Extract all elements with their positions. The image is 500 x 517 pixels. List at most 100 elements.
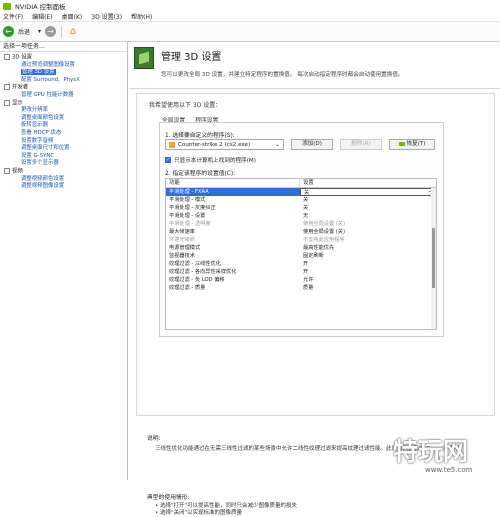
- tree-category[interactable]: 视频: [0, 168, 127, 176]
- step1-label: 1. 选择要自定义的程序(S):: [165, 133, 235, 139]
- toolbar-divider: [61, 25, 63, 38]
- tree-item[interactable]: 设置 G-SYNC: [0, 153, 127, 161]
- setting-row[interactable]: 纹理过滤 - 负 LOD 偏移 允许: [166, 276, 436, 284]
- tree-item-label: 管理 3D 设置: [21, 69, 56, 76]
- show-local-programs-checkbox[interactable]: ✓ 只显示本计算机上找到的程序(M): [165, 156, 256, 164]
- checkbox-label: 只显示本计算机上找到的程序(M): [174, 158, 256, 164]
- tree-item[interactable]: 管理 GPU 性能计数器: [0, 92, 127, 100]
- tree-item[interactable]: 通过预览调整图像设置: [0, 62, 127, 70]
- 3d-settings-icon: [134, 47, 154, 69]
- tree-item-label: 视频: [12, 168, 23, 175]
- task-pane: 选择一项任务... 3D 设置 通过预览调整图像设置 管理 3D 设置 配置 Surr…: [0, 42, 128, 480]
- menu-file[interactable]: 文件(F): [3, 12, 23, 21]
- main-content: 管理 3D 设置 您可以更改全局 3D 设置，并建立特定程序的置换值。 每次启动…: [129, 42, 500, 516]
- tree-category[interactable]: 开发者: [0, 84, 127, 92]
- tree-item[interactable]: 管理 3D 设置: [0, 69, 127, 77]
- setting-value: 无: [303, 213, 309, 219]
- usage-item: • 选择"打开"可以提高性能，同时只会减少图像质量的损失: [155, 503, 298, 509]
- setting-row[interactable]: 电源管理模式 最高性能优先: [166, 244, 436, 252]
- setting-feature: 纹理过滤 - 负 LOD 偏移: [169, 277, 225, 283]
- tree-item[interactable]: 更改分辨率: [0, 107, 127, 115]
- tree-item-label: 管理 GPU 性能计数器: [21, 91, 74, 98]
- setting-feature: 平滑处理 - 设置: [169, 213, 206, 219]
- program-select-value: Counter-strike 2 (cs2.exe): [178, 141, 251, 148]
- tree-item-label: 调整桌面尺寸和位置: [21, 145, 70, 152]
- watermark-url: www.te5.com: [425, 466, 473, 474]
- scrollbar-thumb[interactable]: [432, 228, 435, 288]
- setting-row[interactable]: 纹理过滤 - 各向异性采样优化 开: [166, 268, 436, 276]
- tree-item-label: 设置多个显示器: [21, 160, 59, 167]
- panel-title: 我希望使用以下 3D 设置：: [149, 102, 222, 109]
- home-icon[interactable]: ⌂: [67, 26, 79, 37]
- program-select[interactable]: Counter-strike 2 (cs2.exe) ⌄: [165, 139, 284, 150]
- tree-category[interactable]: 显示: [0, 100, 127, 108]
- remove-button[interactable]: 删除(R): [340, 139, 382, 150]
- menu-desktop[interactable]: 桌面(K): [62, 12, 83, 21]
- back-icon[interactable]: ←: [3, 26, 14, 37]
- setting-feature: 平滑处理 - 透明度: [169, 221, 211, 227]
- page-description: 您可以更改全局 3D 设置，并建立特定程序的置换值。 每次启动指定程序时都会自动…: [161, 72, 404, 78]
- tree-item[interactable]: 调整桌面颜色设置: [0, 115, 127, 123]
- setting-feature: 平滑处理 - FXAA: [166, 188, 300, 196]
- tree-item-label: 更改分辨率: [21, 107, 48, 114]
- nvidia-logo-icon: [3, 2, 11, 10]
- back-dropdown-icon[interactable]: ▾: [38, 28, 41, 35]
- tree-item[interactable]: 调整视频颜色设置: [0, 176, 127, 184]
- tree-item[interactable]: 设置多个显示器: [0, 160, 127, 168]
- page-title: 管理 3D 设置: [161, 52, 222, 63]
- setting-row[interactable]: 平滑处理 - 设置 无: [166, 212, 436, 220]
- task-pane-title: 选择一项任务...: [0, 42, 127, 52]
- tree-item[interactable]: 旋转显示器: [0, 122, 127, 130]
- tree-item[interactable]: 配置 Surround、PhysX: [0, 77, 127, 85]
- settings-panel: 我希望使用以下 3D 设置： 全局设置 程序设置 1. 选择要自定义的程序(S)…: [136, 93, 495, 516]
- setting-value[interactable]: 关: [300, 187, 436, 196]
- setting-row[interactable]: 平滑处理 - 灰度纠正 关: [166, 204, 436, 212]
- setting-row[interactable]: 平滑处理 - 透明度 使用全局设置 (关): [166, 220, 436, 228]
- grid-scrollbar[interactable]: [431, 188, 436, 329]
- setting-feature: 环境光吸收: [169, 237, 195, 243]
- setting-row[interactable]: 平滑处理 - 模式 关: [166, 196, 436, 204]
- tree-category[interactable]: 3D 设置: [0, 54, 127, 62]
- usage-heading: 典型的使用情形:: [147, 495, 190, 501]
- menu-3d-settings[interactable]: 3D 设置(3): [91, 12, 122, 21]
- tree-item[interactable]: 设置数字音频: [0, 138, 127, 146]
- setting-row[interactable]: 纹理过滤 - 质量 质量: [166, 284, 436, 292]
- usage-list: • 选择"打开"可以提高性能，同时只会减少图像质量的损失 • 选择"关闭"以实现…: [155, 503, 297, 517]
- grid-rows: 平滑处理 - FXAA关平滑处理 - 模式关平滑处理 - 灰度纠正关平滑处理 -…: [166, 187, 436, 292]
- checkmark-icon: ✓: [165, 157, 171, 163]
- game-icon: [169, 141, 175, 148]
- column-header-feature: 功能: [166, 179, 300, 187]
- tree-item-label: 通过预览调整图像设置: [21, 61, 75, 68]
- menu-edit[interactable]: 编辑(E): [32, 12, 52, 21]
- setting-value: 关: [303, 197, 309, 203]
- tree-item-label: 开发者: [12, 84, 29, 91]
- tree-item[interactable]: 调整桌面尺寸和位置: [0, 145, 127, 153]
- menu-help[interactable]: 帮助(H): [131, 12, 152, 21]
- add-button[interactable]: 添加(D): [291, 139, 333, 150]
- watermark-title: 特玩网: [393, 437, 469, 466]
- setting-row[interactable]: 监视器技术 固定刷新: [166, 252, 436, 260]
- restore-button[interactable]: 恢复(T): [389, 139, 435, 150]
- setting-row[interactable]: 纹理过滤 - 三线性优化 开: [166, 260, 436, 268]
- setting-value: 开: [303, 269, 309, 275]
- program-settings-box: 1. 选择要自定义的程序(S): Counter-strike 2 (cs2.e…: [159, 122, 444, 337]
- forward-icon[interactable]: →: [45, 26, 57, 37]
- tree-item-label: 3D 设置: [12, 54, 33, 61]
- setting-feature: 平滑处理 - 灰度纠正: [169, 205, 216, 211]
- setting-row[interactable]: 环境光吸收 不支持此应用程序: [166, 236, 436, 244]
- menu-bar: 文件(F) 编辑(E) 桌面(K) 3D 设置(3) 帮助(H): [0, 12, 500, 22]
- tree-item-label: 设置数字音频: [21, 137, 54, 144]
- setting-feature: 电源管理模式: [169, 245, 201, 251]
- setting-value: 质量: [303, 285, 314, 291]
- setting-value: 使用全局设置 (关): [303, 229, 346, 235]
- setting-row[interactable]: 平滑处理 - FXAA 关: [166, 187, 436, 196]
- setting-feature: 纹理过滤 - 各向异性采样优化: [169, 269, 237, 275]
- tree-item-label: 配置 Surround、PhysX: [21, 76, 80, 83]
- setting-row[interactable]: 最大帧速率 使用全局设置 (关): [166, 228, 436, 236]
- usage-item: • 选择"关闭"以实现标准的图像质量: [155, 510, 243, 516]
- tree-item-label: 调整视频颜色设置: [21, 175, 65, 182]
- back-button-label[interactable]: 后退: [18, 27, 30, 36]
- tree-item[interactable]: 调整视频图像设置: [0, 183, 127, 191]
- tree-item[interactable]: 查看 HDCP 状态: [0, 130, 127, 138]
- toolbar: ← 后退 ▾ → ⌂: [0, 22, 500, 42]
